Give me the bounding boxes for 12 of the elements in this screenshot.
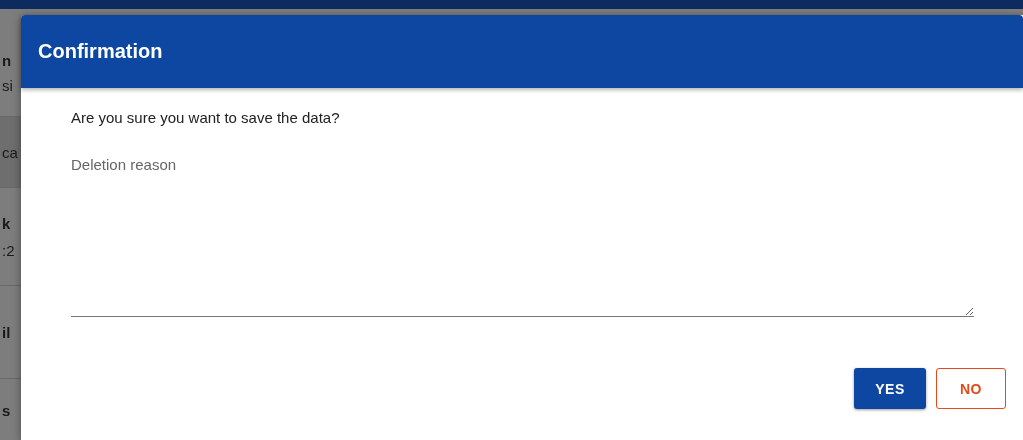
reason-field[interactable]: Deletion reason: [71, 156, 974, 317]
background-text: s: [2, 401, 12, 419]
background-text: ca: [2, 143, 19, 161]
confirm-button[interactable]: YES: [854, 368, 926, 409]
cancel-button[interactable]: NO: [936, 368, 1006, 409]
background-text: il: [2, 323, 12, 341]
background-text: n: [2, 51, 13, 69]
dialog-title: Confirmation: [38, 40, 163, 63]
background-text: k: [2, 214, 12, 232]
confirmation-message: Are you sure you want to save the data?: [71, 109, 341, 126]
background-text: :2: [2, 241, 16, 259]
background-text: si: [2, 76, 14, 94]
